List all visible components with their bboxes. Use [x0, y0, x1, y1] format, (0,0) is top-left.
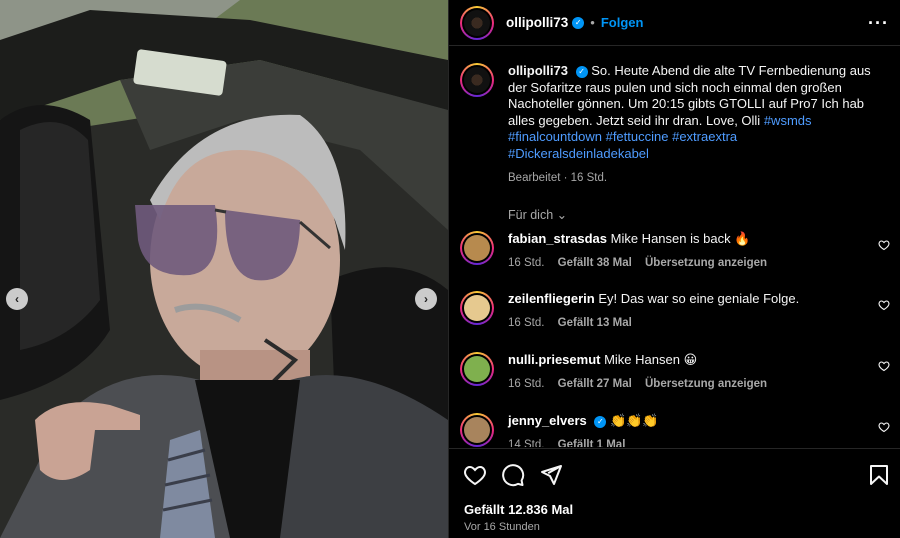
share-button[interactable] — [539, 463, 563, 487]
comment-time: 14 Std. — [508, 439, 545, 447]
verified-icon: ✓ — [572, 16, 585, 29]
comment-avatar[interactable] — [460, 413, 494, 447]
comment-button[interactable] — [501, 463, 525, 487]
comment-text: Mike Hansen is back 🔥 — [610, 231, 751, 246]
separator-dot: • — [590, 15, 595, 30]
previous-photo-button[interactable]: ‹ — [6, 288, 28, 310]
heart-icon[interactable] — [878, 421, 890, 433]
send-icon — [541, 465, 562, 485]
bookmark-icon — [870, 465, 888, 485]
comment-text: Ey! Das war so eine geniale Folge. — [598, 291, 800, 306]
verified-icon: ✓ — [575, 65, 588, 78]
heart-icon[interactable] — [878, 299, 890, 311]
comment-item: fabian_strasdas Mike Hansen is back 🔥 16… — [460, 231, 890, 285]
comment-text: Mike Hansen 😀 — [604, 352, 698, 367]
comment-item: jenny_elvers ✓ 👏👏👏 14 Std. Gefällt 1 Mal — [460, 413, 890, 447]
avatar[interactable] — [460, 5, 494, 40]
translate-button[interactable]: Übersetzung anzeigen — [645, 378, 767, 390]
comment-time: 16 Std. — [508, 378, 545, 390]
comment-item: zeilenfliegerin Ey! Das war so eine geni… — [460, 291, 890, 345]
hashtag-link[interactable]: #finalcountdown — [508, 129, 602, 144]
hashtag-link[interactable]: #Dickeralsdeinladekabel — [508, 146, 649, 161]
comment-text: 👏👏👏 — [610, 413, 659, 428]
comment-time: 16 Std. — [508, 317, 545, 329]
hashtag-link[interactable]: #wsmds — [764, 113, 812, 128]
heart-icon — [464, 465, 486, 486]
comment-username[interactable]: nulli.priesemut — [508, 352, 600, 367]
caption-username[interactable]: ollipolli73 — [508, 63, 568, 78]
post-sidebar: ollipolli73 ✓ • Folgen ··· ollipolli73 ✓… — [448, 0, 900, 538]
selfie-image — [0, 0, 448, 538]
comment-sort-dropdown[interactable]: Für dich ⌄ — [508, 207, 567, 222]
caption-avatar[interactable] — [460, 63, 494, 97]
post-timestamp: Vor 16 Stunden — [464, 521, 540, 533]
action-bar: Gefällt 12.836 Mal Vor 16 Stunden — [449, 448, 900, 538]
comment-username[interactable]: zeilenfliegerin — [508, 291, 595, 306]
comment-likes[interactable]: Gefällt 13 Mal — [558, 317, 632, 329]
comment-avatar[interactable] — [460, 352, 494, 386]
translate-button[interactable]: Übersetzung anzeigen — [645, 257, 767, 269]
likes-count[interactable]: Gefällt 12.836 Mal — [464, 502, 573, 517]
comment-sort-label: Für dich — [508, 208, 554, 222]
comment-icon — [502, 464, 525, 487]
comment-likes[interactable]: Gefällt 27 Mal — [558, 378, 632, 390]
chevron-down-icon: ⌄ — [556, 208, 568, 222]
comment-likes[interactable]: Gefällt 38 Mal — [558, 257, 632, 269]
hashtag-link[interactable]: #extraextra — [672, 129, 737, 144]
post-photo[interactable]: ‹ › — [0, 0, 448, 538]
comment-time: 16 Std. — [508, 257, 545, 269]
comment-avatar[interactable] — [460, 231, 494, 265]
comment-username[interactable]: jenny_elvers — [508, 413, 587, 428]
chevron-right-icon: › — [424, 292, 428, 306]
verified-icon: ✓ — [594, 415, 607, 428]
hashtag-link[interactable]: #fettuccine — [606, 129, 669, 144]
heart-icon[interactable] — [878, 239, 890, 251]
more-options-icon[interactable]: ··· — [868, 13, 889, 34]
save-button[interactable] — [867, 463, 891, 487]
comment-item: nulli.priesemut Mike Hansen 😀 16 Std. Ge… — [460, 352, 890, 406]
post-modal: ‹ › ollipolli73 ✓ • Folgen ··· ollipolli… — [0, 0, 900, 538]
comment-username[interactable]: fabian_strasdas — [508, 231, 607, 246]
next-photo-button[interactable]: › — [415, 288, 437, 310]
header-username[interactable]: ollipolli73 — [506, 15, 568, 30]
comment-likes[interactable]: Gefällt 1 Mal — [558, 439, 626, 447]
caption: ollipolli73 ✓ So. Heute Abend die alte T… — [460, 63, 890, 187]
post-header: ollipolli73 ✓ • Folgen ··· — [449, 0, 900, 46]
comments-scroll-area[interactable]: ollipolli73 ✓ So. Heute Abend die alte T… — [449, 47, 900, 447]
heart-icon[interactable] — [878, 360, 890, 372]
caption-meta: Bearbeitet · 16 Std. — [508, 172, 608, 184]
follow-button[interactable]: Folgen — [601, 15, 644, 30]
comment-avatar[interactable] — [460, 291, 494, 325]
like-button[interactable] — [463, 463, 487, 487]
chevron-left-icon: ‹ — [15, 292, 19, 306]
